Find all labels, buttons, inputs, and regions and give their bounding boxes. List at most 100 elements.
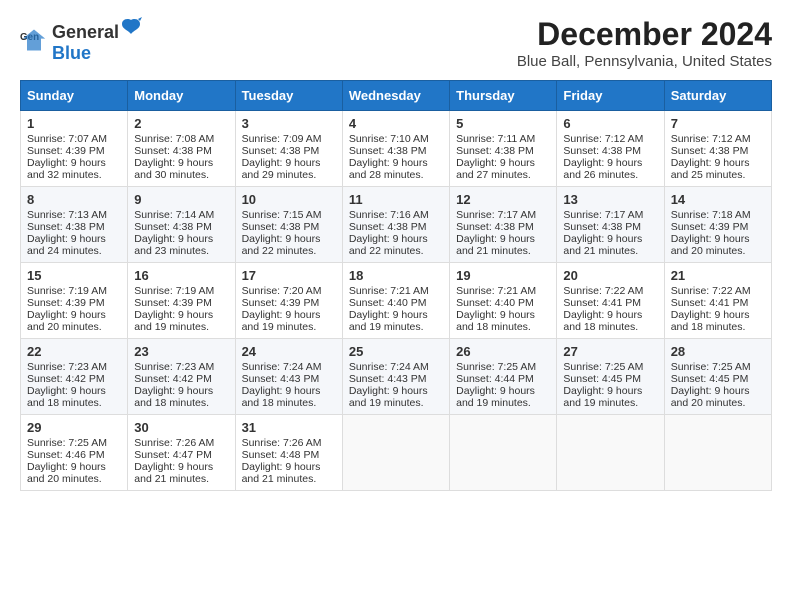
daylight-text: Daylight: 9 hours and 20 minutes. [27,461,106,485]
day-number: 2 [134,116,228,131]
daylight-text: Daylight: 9 hours and 29 minutes. [242,157,321,181]
daylight-text: Daylight: 9 hours and 18 minutes. [563,309,642,333]
sunrise-text: Sunrise: 7:20 AM [242,285,322,297]
day-number: 31 [242,420,336,435]
sunset-text: Sunset: 4:38 PM [563,145,641,157]
sunrise-text: Sunrise: 7:25 AM [563,361,643,373]
sunset-text: Sunset: 4:45 PM [563,373,641,385]
calendar-table: SundayMondayTuesdayWednesdayThursdayFrid… [20,80,772,491]
sunrise-text: Sunrise: 7:21 AM [349,285,429,297]
sunrise-text: Sunrise: 7:22 AM [563,285,643,297]
sunset-text: Sunset: 4:42 PM [134,373,212,385]
sunset-text: Sunset: 4:38 PM [671,145,749,157]
day-number: 21 [671,268,765,283]
calendar-cell: 18Sunrise: 7:21 AMSunset: 4:40 PMDayligh… [342,263,449,339]
calendar-cell: 8Sunrise: 7:13 AMSunset: 4:38 PMDaylight… [21,187,128,263]
sunset-text: Sunset: 4:45 PM [671,373,749,385]
sunset-text: Sunset: 4:44 PM [456,373,534,385]
sunset-text: Sunset: 4:38 PM [27,221,105,233]
sunrise-text: Sunrise: 7:26 AM [242,437,322,449]
calendar-cell [664,415,771,491]
sunrise-text: Sunrise: 7:26 AM [134,437,214,449]
calendar-cell: 20Sunrise: 7:22 AMSunset: 4:41 PMDayligh… [557,263,664,339]
calendar-cell: 16Sunrise: 7:19 AMSunset: 4:39 PMDayligh… [128,263,235,339]
sunset-text: Sunset: 4:48 PM [242,449,320,461]
day-number: 10 [242,192,336,207]
daylight-text: Daylight: 9 hours and 19 minutes. [563,385,642,409]
daylight-text: Daylight: 9 hours and 21 minutes. [456,233,535,257]
calendar-cell: 6Sunrise: 7:12 AMSunset: 4:38 PMDaylight… [557,111,664,187]
sunrise-text: Sunrise: 7:17 AM [456,209,536,221]
calendar-cell [342,415,449,491]
sunset-text: Sunset: 4:38 PM [134,145,212,157]
day-number: 8 [27,192,121,207]
daylight-text: Daylight: 9 hours and 18 minutes. [671,309,750,333]
daylight-text: Daylight: 9 hours and 21 minutes. [563,233,642,257]
sunrise-text: Sunrise: 7:08 AM [134,133,214,145]
sunset-text: Sunset: 4:42 PM [27,373,105,385]
daylight-text: Daylight: 9 hours and 19 minutes. [134,309,213,333]
sunrise-text: Sunrise: 7:12 AM [671,133,751,145]
logo-icon: Gen [20,26,48,54]
day-number: 23 [134,344,228,359]
sunset-text: Sunset: 4:39 PM [671,221,749,233]
calendar-cell: 7Sunrise: 7:12 AMSunset: 4:38 PMDaylight… [664,111,771,187]
daylight-text: Daylight: 9 hours and 19 minutes. [456,385,535,409]
calendar-week-row: 1Sunrise: 7:07 AMSunset: 4:39 PMDaylight… [21,111,772,187]
sunrise-text: Sunrise: 7:17 AM [563,209,643,221]
sunset-text: Sunset: 4:41 PM [671,297,749,309]
calendar-cell: 14Sunrise: 7:18 AMSunset: 4:39 PMDayligh… [664,187,771,263]
sunset-text: Sunset: 4:40 PM [456,297,534,309]
sunrise-text: Sunrise: 7:11 AM [456,133,535,145]
daylight-text: Daylight: 9 hours and 27 minutes. [456,157,535,181]
daylight-text: Daylight: 9 hours and 18 minutes. [242,385,321,409]
calendar-cell: 29Sunrise: 7:25 AMSunset: 4:46 PMDayligh… [21,415,128,491]
daylight-text: Daylight: 9 hours and 23 minutes. [134,233,213,257]
sunrise-text: Sunrise: 7:24 AM [242,361,322,373]
column-header-wednesday: Wednesday [342,81,449,111]
day-number: 18 [349,268,443,283]
title-area: December 2024 Blue Ball, Pennsylvania, U… [517,16,772,70]
header: Gen General Blue December 2024 Blue Ball… [20,16,772,70]
calendar-cell: 1Sunrise: 7:07 AMSunset: 4:39 PMDaylight… [21,111,128,187]
calendar-cell: 17Sunrise: 7:20 AMSunset: 4:39 PMDayligh… [235,263,342,339]
sunset-text: Sunset: 4:39 PM [27,145,105,157]
day-number: 22 [27,344,121,359]
sunrise-text: Sunrise: 7:19 AM [27,285,107,297]
day-number: 30 [134,420,228,435]
logo-bird-icon [120,16,142,38]
sunrise-text: Sunrise: 7:14 AM [134,209,214,221]
calendar-cell: 15Sunrise: 7:19 AMSunset: 4:39 PMDayligh… [21,263,128,339]
daylight-text: Daylight: 9 hours and 18 minutes. [27,385,106,409]
day-number: 24 [242,344,336,359]
daylight-text: Daylight: 9 hours and 20 minutes. [671,233,750,257]
day-number: 13 [563,192,657,207]
day-number: 20 [563,268,657,283]
calendar-cell: 28Sunrise: 7:25 AMSunset: 4:45 PMDayligh… [664,339,771,415]
calendar-cell: 11Sunrise: 7:16 AMSunset: 4:38 PMDayligh… [342,187,449,263]
sunrise-text: Sunrise: 7:21 AM [456,285,536,297]
sunrise-text: Sunrise: 7:10 AM [349,133,429,145]
calendar-cell: 12Sunrise: 7:17 AMSunset: 4:38 PMDayligh… [450,187,557,263]
sunset-text: Sunset: 4:43 PM [349,373,427,385]
day-number: 26 [456,344,550,359]
sunset-text: Sunset: 4:38 PM [349,145,427,157]
sunrise-text: Sunrise: 7:18 AM [671,209,751,221]
column-header-monday: Monday [128,81,235,111]
sunset-text: Sunset: 4:40 PM [349,297,427,309]
daylight-text: Daylight: 9 hours and 26 minutes. [563,157,642,181]
day-number: 19 [456,268,550,283]
calendar-cell: 9Sunrise: 7:14 AMSunset: 4:38 PMDaylight… [128,187,235,263]
day-number: 5 [456,116,550,131]
daylight-text: Daylight: 9 hours and 28 minutes. [349,157,428,181]
calendar-cell [557,415,664,491]
sunrise-text: Sunrise: 7:25 AM [671,361,751,373]
daylight-text: Daylight: 9 hours and 24 minutes. [27,233,106,257]
column-header-friday: Friday [557,81,664,111]
daylight-text: Daylight: 9 hours and 21 minutes. [242,461,321,485]
day-number: 17 [242,268,336,283]
calendar-cell: 25Sunrise: 7:24 AMSunset: 4:43 PMDayligh… [342,339,449,415]
calendar-cell: 5Sunrise: 7:11 AMSunset: 4:38 PMDaylight… [450,111,557,187]
calendar-week-row: 29Sunrise: 7:25 AMSunset: 4:46 PMDayligh… [21,415,772,491]
daylight-text: Daylight: 9 hours and 25 minutes. [671,157,750,181]
